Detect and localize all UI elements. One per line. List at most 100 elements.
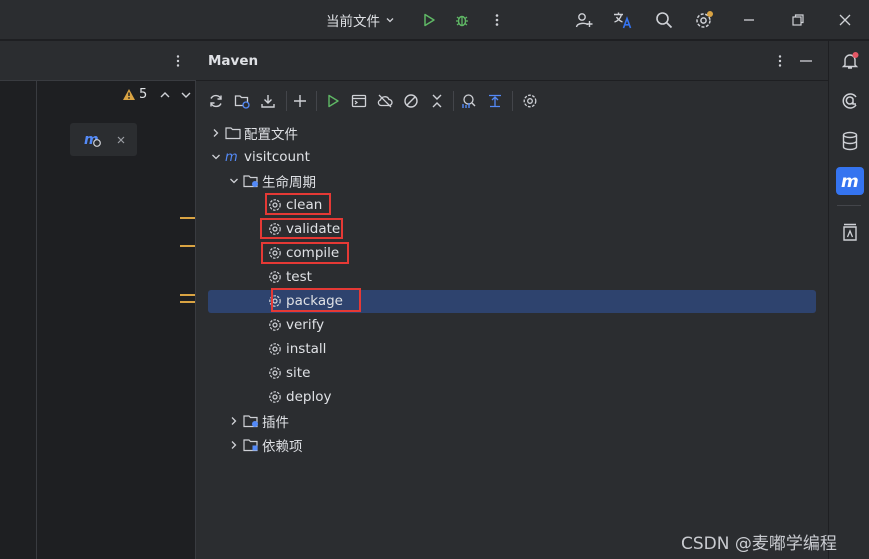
tree-label: 插件 xyxy=(262,415,289,431)
add-user-icon[interactable] xyxy=(572,8,596,32)
dependencies-folder-icon xyxy=(242,437,260,453)
svg-text:m: m xyxy=(841,172,859,190)
tree-label: 依赖项 xyxy=(262,439,303,455)
chevron-right-icon[interactable] xyxy=(208,125,224,141)
run-config-selector[interactable]: 当前文件 xyxy=(326,10,396,30)
phase-label: deploy xyxy=(286,389,332,405)
close-icon[interactable] xyxy=(116,135,126,145)
tree-label: 配置文件 xyxy=(244,127,298,143)
lifecycle-folder-icon xyxy=(242,173,260,189)
maven-project-icon: m xyxy=(224,149,242,165)
gear-icon xyxy=(266,365,284,381)
editor-gutter xyxy=(36,81,37,559)
phase-label: verify xyxy=(286,317,325,333)
change-marker xyxy=(180,217,195,219)
gear-icon xyxy=(266,317,284,333)
close-icon[interactable] xyxy=(833,8,857,32)
editor-tab-strip xyxy=(0,41,196,81)
more-vertical-icon[interactable] xyxy=(485,8,509,32)
maven-reload-popup[interactable]: m xyxy=(70,123,137,156)
maven-tool-icon[interactable]: m xyxy=(836,167,864,195)
notifications-icon[interactable] xyxy=(837,48,863,74)
change-marker xyxy=(180,294,195,296)
run-config-label: 当前文件 xyxy=(326,14,380,30)
maven-reload-icon[interactable]: m xyxy=(84,132,102,148)
show-diagram-icon[interactable] xyxy=(485,91,505,111)
offline-mode-icon[interactable] xyxy=(375,91,395,111)
toolbar-separator xyxy=(286,91,287,111)
run-config-icon[interactable] xyxy=(349,91,369,111)
tree-node-dependencies[interactable]: 依赖项 xyxy=(226,433,303,457)
debug-icon[interactable] xyxy=(450,8,474,32)
lifecycle-phase-install[interactable]: install xyxy=(266,337,326,361)
chevron-down-icon[interactable] xyxy=(179,88,193,102)
phase-label: install xyxy=(286,341,327,357)
highlight-box-compile xyxy=(261,242,349,264)
tree-node-lifecycle[interactable]: 生命周期 xyxy=(226,169,316,193)
translate-icon[interactable] xyxy=(611,8,635,32)
tree-node-project[interactable]: m visitcount xyxy=(208,145,310,169)
tree-node-plugins[interactable]: 插件 xyxy=(226,409,289,433)
reload-icon[interactable] xyxy=(206,91,226,111)
phase-label: test xyxy=(286,269,312,285)
folder-icon xyxy=(224,125,242,141)
title-bar: 当前文件 xyxy=(0,0,869,40)
warning-count: 5 xyxy=(139,87,148,102)
maven-header: Maven xyxy=(196,41,828,81)
more-vertical-icon[interactable] xyxy=(168,51,188,71)
database-icon[interactable] xyxy=(837,128,863,154)
ai-assistant-icon[interactable] xyxy=(837,88,863,114)
run-icon[interactable] xyxy=(417,8,441,32)
right-tool-stripe: m xyxy=(828,41,869,559)
hide-panel-icon[interactable] xyxy=(798,53,814,69)
maven-tool-window: Maven 配置文件 m visitcount 生命周期 clean valid… xyxy=(196,41,828,559)
maven-toolbar xyxy=(196,83,828,117)
watermark: CSDN @麦嘟学编程 xyxy=(681,534,837,554)
lifecycle-phase-deploy[interactable]: deploy xyxy=(266,385,331,409)
gear-icon xyxy=(266,341,284,357)
generate-sources-icon[interactable] xyxy=(232,91,252,111)
toolbar-separator xyxy=(512,91,513,111)
skip-tests-icon[interactable] xyxy=(401,91,421,111)
chevron-down-icon[interactable] xyxy=(226,173,242,189)
highlight-box-clean xyxy=(265,193,331,215)
toolbar-separator xyxy=(453,91,454,111)
gear-icon xyxy=(266,269,284,285)
lifecycle-phase-site[interactable]: site xyxy=(266,361,310,385)
highlight-box-validate xyxy=(260,218,343,239)
stripe-separator xyxy=(837,205,861,206)
chevron-up-icon[interactable] xyxy=(158,88,172,102)
maven-title: Maven xyxy=(208,53,259,69)
bookmarks-icon[interactable] xyxy=(837,219,863,245)
collapse-all-icon[interactable] xyxy=(427,91,447,111)
tree-node-config-files[interactable]: 配置文件 xyxy=(208,121,298,145)
chevron-right-icon[interactable] xyxy=(226,437,242,453)
analyze-dependencies-icon[interactable] xyxy=(459,91,479,111)
maven-settings-icon[interactable] xyxy=(520,91,540,111)
phase-label: site xyxy=(286,365,311,381)
chevron-right-icon[interactable] xyxy=(226,413,242,429)
warning-icon xyxy=(123,89,135,100)
restore-icon[interactable] xyxy=(786,8,810,32)
chevron-down-icon xyxy=(386,18,394,23)
warning-indicator[interactable]: 5 xyxy=(122,87,193,102)
lifecycle-phase-test[interactable]: test xyxy=(266,265,312,289)
add-icon[interactable] xyxy=(290,91,310,111)
highlight-box-package xyxy=(271,288,361,312)
run-icon[interactable] xyxy=(323,91,343,111)
editor-area: 5 m xyxy=(0,41,196,559)
search-icon[interactable] xyxy=(652,8,676,32)
change-marker xyxy=(180,301,195,303)
more-vertical-icon[interactable] xyxy=(772,53,788,69)
chevron-down-icon[interactable] xyxy=(208,149,224,165)
settings-gear-icon[interactable] xyxy=(692,8,716,32)
lifecycle-phase-verify[interactable]: verify xyxy=(266,313,324,337)
minimize-icon[interactable] xyxy=(737,8,761,32)
tree-label: visitcount xyxy=(244,149,310,165)
download-icon[interactable] xyxy=(258,91,278,111)
toolbar-separator xyxy=(316,91,317,111)
svg-text:m: m xyxy=(225,150,238,164)
plugins-folder-icon xyxy=(242,413,260,429)
gear-icon xyxy=(266,389,284,405)
change-marker xyxy=(180,245,195,247)
